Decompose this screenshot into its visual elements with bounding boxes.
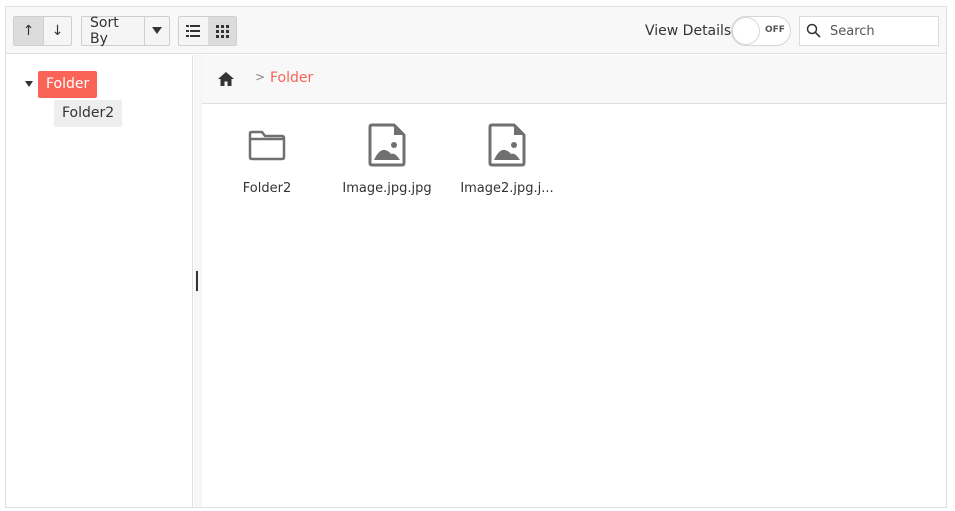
arrow-up-icon: ↑ <box>22 23 35 39</box>
toggle-state-label: OFF <box>765 25 785 35</box>
sort-by-dropdown[interactable]: Sort By <box>81 15 170 47</box>
folder-icon <box>248 130 286 161</box>
breadcrumb: > Folder <box>202 55 946 104</box>
image-file-icon <box>488 123 526 167</box>
file-content-area: Folder2 Image.jpg.jpg Image2.jpg.j... <box>202 105 946 507</box>
navigation-pane: Folder Folder2 <box>6 55 193 507</box>
large-icons-view-button[interactable] <box>208 17 236 45</box>
toolbar: ↑ ↓ Sort By View Details OFF Search <box>6 7 946 54</box>
view-details-toggle[interactable]: OFF <box>731 16 791 46</box>
file-manager: ↑ ↓ Sort By View Details OFF Search Fold… <box>5 6 947 508</box>
sort-descending-button[interactable]: ↓ <box>44 17 71 45</box>
file-item-label: Image2.jpg.j... <box>460 181 554 196</box>
sort-order-group: ↑ ↓ <box>13 16 72 46</box>
breadcrumb-item-folder[interactable]: Folder <box>270 70 313 86</box>
search-icon <box>806 23 821 38</box>
file-item-label: Image.jpg.jpg <box>342 181 432 196</box>
home-icon[interactable] <box>217 70 235 88</box>
file-item-image2-jpg[interactable]: Image2.jpg.j... <box>452 123 562 203</box>
splitter-handle[interactable] <box>196 271 198 291</box>
file-item-label: Folder2 <box>242 181 292 196</box>
grid-view-icon <box>215 24 229 38</box>
view-details-label: View Details <box>645 23 732 39</box>
sort-by-label: Sort By <box>90 15 119 47</box>
chevron-right-icon: > <box>255 70 266 84</box>
arrow-down-icon: ↓ <box>51 23 64 39</box>
image-file-icon <box>368 123 406 167</box>
sort-by-button[interactable]: Sort By <box>82 15 144 47</box>
list-view-icon <box>186 25 201 37</box>
search-box <box>799 16 939 46</box>
file-item-folder2[interactable]: Folder2 <box>212 123 322 203</box>
sort-ascending-button[interactable]: ↑ <box>14 17 43 45</box>
caret-down-icon <box>152 27 163 34</box>
toggle-knob <box>732 17 760 45</box>
tree-expand-icon[interactable] <box>25 81 33 87</box>
file-item-image-jpg[interactable]: Image.jpg.jpg <box>332 123 442 203</box>
search-input[interactable] <box>830 21 934 41</box>
tree-node-folder2[interactable]: Folder2 <box>54 100 123 127</box>
list-view-button[interactable] <box>179 17 208 45</box>
view-mode-group <box>178 16 237 46</box>
sort-by-caret-button[interactable] <box>145 17 169 45</box>
tree-node-folder[interactable]: Folder <box>38 71 98 98</box>
